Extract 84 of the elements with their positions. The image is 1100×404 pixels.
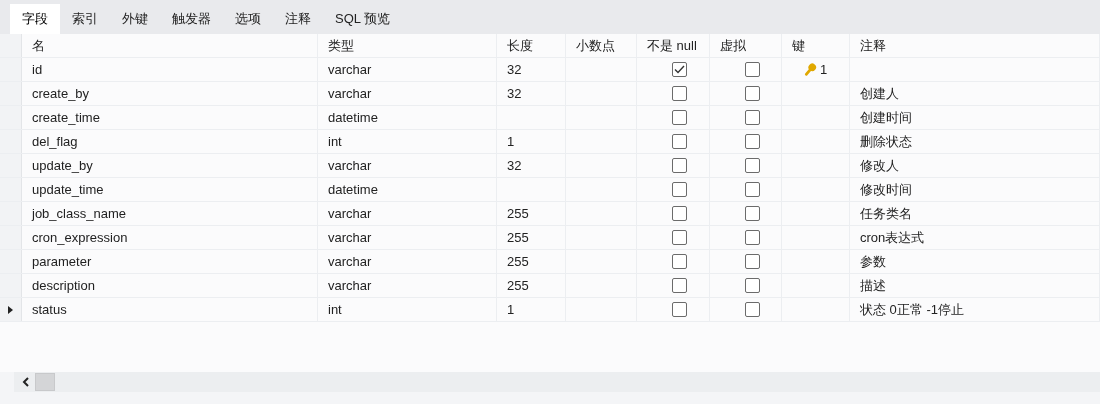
tab[interactable]: 触发器 [160, 4, 223, 34]
table-cell: 32 [507, 158, 522, 173]
key-number: 1 [820, 62, 828, 77]
table-cell: status [32, 302, 67, 317]
column-header: 小数点 [566, 34, 637, 57]
table-cell: 255 [507, 254, 529, 269]
table-cell: varchar [328, 158, 372, 173]
column-header: 类型 [318, 34, 497, 57]
table-cell: int [328, 302, 342, 317]
checkbox[interactable] [745, 206, 760, 221]
checkbox[interactable] [745, 62, 760, 77]
table-cell: id [32, 62, 43, 77]
table-cell: 32 [507, 62, 522, 77]
table-cell: 255 [507, 278, 529, 293]
table-cell: 1 [507, 134, 515, 149]
checkbox[interactable] [672, 134, 687, 149]
table-cell: varchar [328, 206, 372, 221]
column-header: 名 [22, 34, 318, 57]
table-cell: 删除状态 [860, 132, 912, 151]
table-cell: 修改人 [860, 156, 899, 175]
table-cell: create_by [32, 86, 90, 101]
column-header: 键 [782, 34, 850, 57]
table-cell: int [328, 134, 342, 149]
checkbox[interactable] [672, 278, 687, 293]
table-cell: 任务类名 [860, 204, 912, 223]
current-row-icon [8, 305, 13, 314]
table-cell: cron_expression [32, 230, 128, 245]
table-cell: varchar [328, 62, 372, 77]
scroll-left-icon[interactable] [22, 377, 29, 387]
checkbox[interactable] [672, 254, 687, 269]
table-cell: parameter [32, 254, 92, 269]
table-cell: 创建时间 [860, 108, 912, 127]
table-cell: 255 [507, 230, 529, 245]
table-cell: cron表达式 [860, 228, 925, 247]
table-cell: varchar [328, 278, 372, 293]
table-cell: datetime [328, 182, 378, 197]
checkbox[interactable] [672, 230, 687, 245]
table-cell: 修改时间 [860, 180, 912, 199]
scrollbar-thumb[interactable] [35, 373, 55, 391]
table-cell: job_class_name [32, 206, 126, 221]
column-header: 虚拟 [710, 34, 782, 57]
table-cell: varchar [328, 254, 372, 269]
tab[interactable]: 字段 [10, 4, 60, 34]
column-header: 不是 null [637, 34, 710, 57]
key-icon [802, 61, 818, 78]
table-cell: varchar [328, 230, 372, 245]
tab[interactable]: 注释 [273, 4, 323, 34]
checkbox[interactable] [672, 110, 687, 125]
checkbox[interactable] [745, 158, 760, 173]
table-cell: 32 [507, 86, 522, 101]
table-cell: 255 [507, 206, 529, 221]
checkbox[interactable] [745, 254, 760, 269]
table-cell: description [32, 278, 95, 293]
checkbox[interactable] [745, 302, 760, 317]
checkbox[interactable] [745, 134, 760, 149]
table-cell: varchar [328, 86, 372, 101]
tab[interactable]: 选项 [223, 4, 273, 34]
column-header: 长度 [497, 34, 566, 57]
table-cell: datetime [328, 110, 378, 125]
table-cell: update_by [32, 158, 93, 173]
tab[interactable]: 索引 [60, 4, 110, 34]
table-cell: 创建人 [860, 84, 899, 103]
checkbox[interactable] [672, 62, 687, 77]
table-cell: del_flag [32, 134, 78, 149]
checkbox[interactable] [672, 206, 687, 221]
checkbox[interactable] [745, 86, 760, 101]
checkbox[interactable] [672, 158, 687, 173]
table-cell: 描述 [860, 276, 886, 295]
tab[interactable]: 外键 [110, 4, 160, 34]
table-cell: 参数 [860, 252, 886, 271]
checkbox[interactable] [672, 86, 687, 101]
checkbox[interactable] [672, 182, 687, 197]
checkbox[interactable] [745, 278, 760, 293]
checkbox[interactable] [745, 230, 760, 245]
table-cell: 1 [507, 302, 515, 317]
checkbox[interactable] [745, 182, 760, 197]
tab[interactable]: SQL 预览 [323, 4, 403, 34]
column-header: 注释 [850, 34, 1100, 57]
table-cell: update_time [32, 182, 104, 197]
checkbox[interactable] [672, 302, 687, 317]
table-cell: create_time [32, 110, 100, 125]
checkbox[interactable] [745, 110, 760, 125]
table-cell: 状态 0正常 -1停止 [860, 300, 964, 319]
row-header[interactable] [0, 298, 22, 321]
